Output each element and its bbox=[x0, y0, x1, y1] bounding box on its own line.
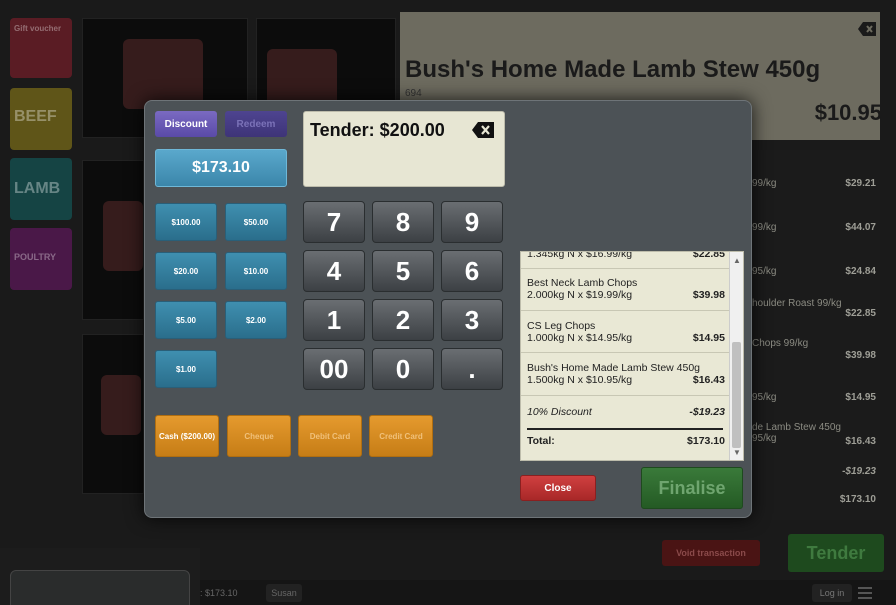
receipt-total: Total: $173.10 bbox=[527, 435, 725, 447]
basket-row: 99/kg $44.07 bbox=[752, 222, 876, 233]
credit-card-button[interactable]: Credit Card bbox=[369, 415, 433, 457]
keypad-key-2[interactable]: 2 bbox=[372, 299, 434, 341]
keypad-key-8[interactable]: 8 bbox=[372, 201, 434, 243]
product-image bbox=[123, 39, 203, 109]
receipt-divider bbox=[521, 268, 731, 269]
receipt-item: CS Leg Chops 1.000kg N x $14.95/kg $14.9… bbox=[527, 320, 725, 344]
close-button[interactable]: Close bbox=[520, 475, 596, 501]
keypad-key-3[interactable]: 3 bbox=[441, 299, 503, 341]
keypad-key-decimal[interactable]: . bbox=[441, 348, 503, 390]
background-basket bbox=[752, 150, 880, 520]
category-lamb[interactable]: LAMB bbox=[10, 158, 72, 220]
quick-amount-button[interactable]: $1.00 bbox=[155, 350, 217, 388]
backspace-icon[interactable] bbox=[472, 122, 494, 138]
tender-button[interactable]: Tender bbox=[788, 534, 884, 572]
menu-icon[interactable] bbox=[858, 586, 874, 600]
keypad-key-7[interactable]: 7 bbox=[303, 201, 365, 243]
receipt-item-partial: 1.345kg N x $16.99/kg $22.85 bbox=[527, 251, 725, 260]
scroll-up-icon[interactable]: ▲ bbox=[733, 256, 741, 265]
cash-button[interactable]: Cash ($200.00) bbox=[155, 415, 219, 457]
finalise-button[interactable]: Finalise bbox=[641, 467, 743, 509]
product-image bbox=[103, 201, 143, 271]
quick-amount-button[interactable]: $20.00 bbox=[155, 252, 217, 290]
debit-card-button[interactable]: Debit Card bbox=[298, 415, 362, 457]
receipt-total-divider bbox=[527, 428, 723, 430]
basket-row: Chops 99/kg bbox=[752, 338, 809, 349]
receipt-discount: 10% Discount -$19.23 bbox=[527, 406, 725, 418]
basket-row: de Lamb Stew 450g 95/kg bbox=[752, 422, 841, 444]
quick-amount-button[interactable]: $100.00 bbox=[155, 203, 217, 241]
redeem-button[interactable]: Redeem bbox=[225, 111, 287, 137]
scroll-down-icon[interactable]: ▼ bbox=[733, 448, 741, 457]
product-price: $10.95 bbox=[814, 100, 882, 125]
basket-row: 99/kg $29.21 bbox=[752, 178, 876, 189]
category-poultry[interactable]: POULTRY bbox=[10, 228, 72, 290]
quick-amount-button[interactable]: $10.00 bbox=[225, 252, 287, 290]
quick-amount-button[interactable]: $5.00 bbox=[155, 301, 217, 339]
receipt-divider bbox=[521, 352, 731, 353]
keypad-key-00[interactable]: 00 bbox=[303, 348, 365, 390]
receipt-list[interactable]: 1.345kg N x $16.99/kg $22.85 Best Neck La… bbox=[520, 251, 744, 461]
footer-user[interactable]: Susan bbox=[266, 584, 302, 602]
product-tile[interactable] bbox=[82, 160, 144, 320]
quick-amount-button[interactable]: $2.00 bbox=[225, 301, 287, 339]
receipt-divider bbox=[521, 395, 731, 396]
keypad-key-6[interactable]: 6 bbox=[441, 250, 503, 292]
receipt-divider bbox=[521, 310, 731, 311]
basket-row: 95/kg $24.84 bbox=[752, 266, 876, 277]
discount-button[interactable]: Discount bbox=[155, 111, 217, 137]
cheque-button[interactable]: Cheque bbox=[227, 415, 291, 457]
receipt-item: Bush's Home Made Lamb Stew 450g 1.500kg … bbox=[527, 362, 725, 386]
receipt-item: Best Neck Lamb Chops 2.000kg N x $19.99/… bbox=[527, 277, 725, 301]
product-title: Bush's Home Made Lamb Stew 450g bbox=[405, 56, 821, 83]
keypad-key-0[interactable]: 0 bbox=[372, 348, 434, 390]
keypad-key-1[interactable]: 1 bbox=[303, 299, 365, 341]
exact-amount-button[interactable]: $173.10 bbox=[155, 149, 287, 187]
product-code: 694 bbox=[405, 88, 422, 99]
receipt-scrollbar[interactable]: ▲ ▼ bbox=[729, 252, 743, 460]
login-button[interactable]: Log in bbox=[812, 584, 852, 602]
quick-amount-button[interactable]: $50.00 bbox=[225, 203, 287, 241]
keypad-key-4[interactable]: 4 bbox=[303, 250, 365, 292]
tender-display: Tender: $200.00 bbox=[303, 111, 505, 187]
tender-amount: Tender: $200.00 bbox=[310, 120, 445, 140]
payment-modal: Discount Redeem $173.10 Tender: $200.00 … bbox=[144, 100, 752, 518]
product-tile[interactable] bbox=[82, 334, 144, 494]
background-popup-fragment bbox=[0, 548, 200, 605]
header-delete-icon[interactable] bbox=[858, 22, 876, 36]
keypad-key-5[interactable]: 5 bbox=[372, 250, 434, 292]
basket-row: 95/kg $14.95 bbox=[752, 392, 876, 403]
void-transaction-button[interactable]: Void transaction bbox=[662, 540, 760, 566]
keypad-key-9[interactable]: 9 bbox=[441, 201, 503, 243]
category-beef[interactable]: BEEF bbox=[10, 88, 72, 150]
footer-total: : $173.10 bbox=[200, 588, 238, 598]
scrollbar-thumb[interactable] bbox=[732, 342, 741, 448]
category-gift-voucher[interactable]: Gift voucher bbox=[10, 18, 72, 78]
basket-row: houlder Roast 99/kg bbox=[752, 298, 842, 309]
product-image bbox=[101, 375, 141, 435]
